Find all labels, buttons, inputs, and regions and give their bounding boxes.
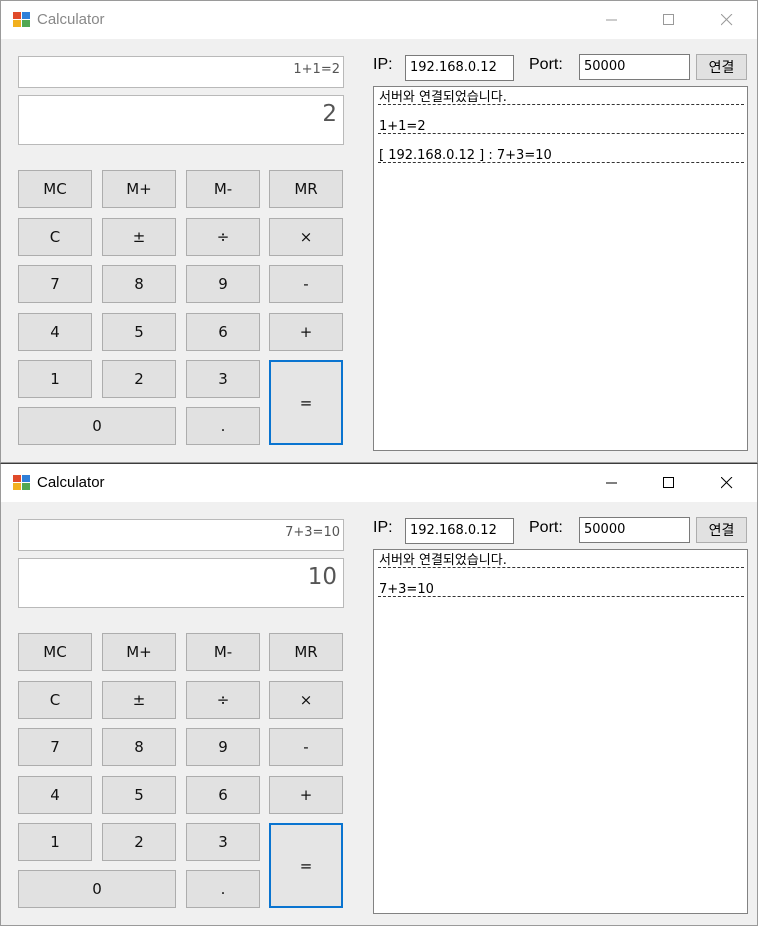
- clear-button[interactable]: C: [18, 218, 92, 256]
- equals-button[interactable]: =: [269, 823, 343, 908]
- maximize-button[interactable]: [646, 1, 692, 39]
- app-icon: [13, 475, 30, 491]
- close-button[interactable]: [704, 1, 750, 39]
- digit-6-button[interactable]: 6: [186, 313, 260, 351]
- divide-button[interactable]: ÷: [186, 681, 260, 719]
- app-icon: [13, 12, 30, 28]
- decimal-button[interactable]: .: [186, 407, 260, 445]
- m-plus-button[interactable]: M+: [102, 170, 176, 208]
- decimal-button[interactable]: .: [186, 870, 260, 908]
- mc-button[interactable]: MC: [18, 633, 92, 671]
- digit-5-button[interactable]: 5: [102, 776, 176, 814]
- message-log[interactable]: 서버와 연결되었습니다. 1+1=2 [ 192.168.0.12 ] : 7+…: [373, 86, 748, 451]
- digit-1-button[interactable]: 1: [18, 360, 92, 398]
- ip-label: IP:: [373, 56, 393, 73]
- result-display: 2: [18, 95, 344, 145]
- port-input[interactable]: 50000: [579, 517, 690, 543]
- log-separator: [378, 133, 744, 147]
- multiply-button[interactable]: ×: [269, 218, 343, 256]
- plus-button[interactable]: +: [269, 313, 343, 351]
- log-separator: [378, 104, 744, 118]
- digit-1-button[interactable]: 1: [18, 823, 92, 861]
- digit-7-button[interactable]: 7: [18, 265, 92, 303]
- connect-button[interactable]: 연결: [696, 54, 747, 80]
- digit-4-button[interactable]: 4: [18, 776, 92, 814]
- m-minus-button[interactable]: M-: [186, 633, 260, 671]
- expression-display: 1+1=2: [18, 56, 344, 88]
- ip-label: IP:: [373, 519, 393, 536]
- connect-button[interactable]: 연결: [696, 517, 747, 543]
- message-log[interactable]: 서버와 연결되었습니다. 7+3=10: [373, 549, 748, 914]
- digit-8-button[interactable]: 8: [102, 265, 176, 303]
- port-label: Port:: [529, 519, 563, 536]
- minus-button[interactable]: -: [269, 265, 343, 303]
- digit-6-button[interactable]: 6: [186, 776, 260, 814]
- minimize-button[interactable]: [589, 1, 635, 39]
- ip-input[interactable]: 192.168.0.12: [405, 518, 514, 544]
- window-title: Calculator: [37, 11, 105, 28]
- digit-0-button[interactable]: 0: [18, 407, 176, 445]
- minimize-button[interactable]: [589, 464, 635, 502]
- mr-button[interactable]: MR: [269, 633, 343, 671]
- m-minus-button[interactable]: M-: [186, 170, 260, 208]
- clear-button[interactable]: C: [18, 681, 92, 719]
- negate-button[interactable]: ±: [102, 681, 176, 719]
- ip-input[interactable]: 192.168.0.12: [405, 55, 514, 81]
- digit-2-button[interactable]: 2: [102, 823, 176, 861]
- minimize-icon: [606, 482, 617, 484]
- digit-4-button[interactable]: 4: [18, 313, 92, 351]
- maximize-icon: [663, 477, 674, 488]
- digit-3-button[interactable]: 3: [186, 823, 260, 861]
- digit-8-button[interactable]: 8: [102, 728, 176, 766]
- mc-button[interactable]: MC: [18, 170, 92, 208]
- close-icon: [721, 477, 733, 489]
- close-icon: [721, 14, 733, 26]
- title-bar[interactable]: Calculator: [1, 464, 757, 502]
- digit-7-button[interactable]: 7: [18, 728, 92, 766]
- port-label: Port:: [529, 56, 563, 73]
- negate-button[interactable]: ±: [102, 218, 176, 256]
- expression-display: 7+3=10: [18, 519, 344, 551]
- log-separator: [378, 162, 744, 176]
- title-bar[interactable]: Calculator: [1, 1, 757, 39]
- result-display: 10: [18, 558, 344, 608]
- digit-9-button[interactable]: 9: [186, 265, 260, 303]
- equals-button[interactable]: =: [269, 360, 343, 445]
- close-button[interactable]: [704, 464, 750, 502]
- multiply-button[interactable]: ×: [269, 681, 343, 719]
- digit-9-button[interactable]: 9: [186, 728, 260, 766]
- log-separator: [378, 567, 744, 581]
- divide-button[interactable]: ÷: [186, 218, 260, 256]
- digit-3-button[interactable]: 3: [186, 360, 260, 398]
- maximize-icon: [663, 14, 674, 25]
- plus-button[interactable]: +: [269, 776, 343, 814]
- port-input[interactable]: 50000: [579, 54, 690, 80]
- digit-5-button[interactable]: 5: [102, 313, 176, 351]
- calculator-window-2: Calculator 7+3=10 10 MC M+ M- MR C ± ÷ ×…: [0, 463, 758, 926]
- minus-button[interactable]: -: [269, 728, 343, 766]
- minimize-icon: [606, 19, 617, 21]
- digit-0-button[interactable]: 0: [18, 870, 176, 908]
- digit-2-button[interactable]: 2: [102, 360, 176, 398]
- maximize-button[interactable]: [646, 464, 692, 502]
- calculator-window-1: Calculator 1+1=2 2 MC M+ M- MR C ± ÷ × 7…: [0, 0, 758, 463]
- mr-button[interactable]: MR: [269, 170, 343, 208]
- log-separator: [378, 596, 744, 610]
- m-plus-button[interactable]: M+: [102, 633, 176, 671]
- window-title: Calculator: [37, 474, 105, 491]
